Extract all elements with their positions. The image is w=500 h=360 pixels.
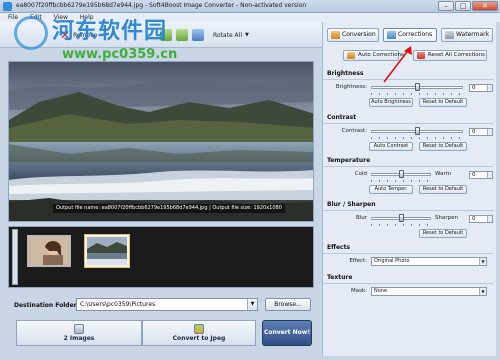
effect-value: Original Photo xyxy=(374,258,410,264)
effect-select[interactable]: Original Photo ▼ xyxy=(371,257,487,266)
effect-label: Effect: xyxy=(349,258,367,264)
thumbnail-strip xyxy=(8,226,314,288)
blur-sharpen-header: Blur / Sharpen xyxy=(327,201,376,208)
chevron-down-icon: ▼ xyxy=(479,258,486,265)
blur-reset-button[interactable]: Reset to Default xyxy=(419,229,467,238)
divider xyxy=(323,210,493,211)
panel-tabs: Conversion Corrections Watermark xyxy=(327,28,493,42)
thumbnail-landscape-photo xyxy=(87,237,127,265)
step-images[interactable]: 2 Images xyxy=(16,320,142,346)
minimize-button[interactable]: – xyxy=(438,1,454,11)
auto-temperature-button[interactable]: Auto Temper. xyxy=(369,185,413,194)
destination-label: Destination Folder: xyxy=(14,302,80,309)
blur-ticks xyxy=(371,224,431,226)
mask-value: None xyxy=(374,288,388,294)
chevron-down-icon[interactable]: ▼ xyxy=(247,299,257,310)
blur-label: Blur xyxy=(355,215,367,221)
strip-handle[interactable] xyxy=(12,229,18,285)
window-controls: – □ ✕ xyxy=(437,1,498,12)
thumbnail-1[interactable] xyxy=(27,235,71,267)
mask-label: Mask: xyxy=(350,288,367,294)
temperature-reset-button[interactable]: Reset to Default xyxy=(419,185,467,194)
watermark-text: 河东软件园 xyxy=(52,19,168,44)
thumbnail-portrait-photo xyxy=(29,237,69,265)
flip-icon xyxy=(192,29,204,41)
tab-conversion[interactable]: Conversion xyxy=(327,28,379,42)
thumbnail-2[interactable] xyxy=(84,234,130,268)
contrast-ticks xyxy=(371,137,463,139)
sharpen-label: Sharpen xyxy=(435,215,458,221)
contrast-label: Contrast: xyxy=(341,128,367,134)
close-button[interactable]: ✕ xyxy=(472,1,498,11)
jpeg-icon xyxy=(194,324,204,334)
tab-conversion-label: Conversion xyxy=(342,31,376,38)
reset-all-corrections-button[interactable]: Reset All Corrections xyxy=(413,50,487,61)
brightness-label: Brightness: xyxy=(335,84,367,90)
menu-file[interactable]: File xyxy=(8,13,18,22)
mask-select[interactable]: None ▼ xyxy=(371,287,487,296)
destination-path: C:\Users\pc0359\Pictures xyxy=(80,301,156,308)
contrast-reset-button[interactable]: Reset to Default xyxy=(419,142,467,151)
tab-watermark[interactable]: Watermark xyxy=(441,28,493,42)
divider xyxy=(323,253,493,254)
step-format-label: Convert to Jpeg xyxy=(172,335,226,342)
texture-header: Texture xyxy=(327,274,353,281)
image-preview: Output file name: ea8007f20ffbcbb6279e19… xyxy=(8,61,314,222)
corrections-icon xyxy=(387,31,396,39)
temperature-slider[interactable] xyxy=(398,170,404,178)
chevron-down-icon: ▼ xyxy=(479,288,486,295)
landscape-photo xyxy=(9,62,313,221)
rotate-right-button[interactable] xyxy=(176,27,191,43)
step-images-label: 2 Images xyxy=(63,335,95,342)
conversion-steps: 2 Images Convert to Jpeg xyxy=(16,320,256,346)
temperature-header: Temperature xyxy=(327,157,371,164)
chevron-down-icon: ▼ xyxy=(245,32,249,38)
red-arrow-annotation xyxy=(383,46,412,83)
auto-brightness-button[interactable]: Auto Brightness xyxy=(369,98,413,107)
temperature-value[interactable]: 0 xyxy=(469,171,493,179)
temperature-ticks xyxy=(371,180,431,182)
watermark-logo xyxy=(14,16,48,50)
reset-all-label: Reset All Corrections xyxy=(428,52,485,58)
brightness-slider[interactable] xyxy=(414,83,420,91)
browse-button[interactable]: Browse... xyxy=(265,298,311,311)
watermark-url: www.pc0359.cn xyxy=(62,47,178,62)
rotate-all-dropdown[interactable]: Rotate All ▼ xyxy=(213,27,249,43)
contrast-value[interactable]: 0 xyxy=(469,128,493,136)
divider xyxy=(323,123,493,124)
temperature-warm-label: Warm xyxy=(435,171,451,177)
rotate-all-label: Rotate All xyxy=(213,31,242,39)
divider xyxy=(323,166,493,167)
brightness-ticks xyxy=(371,93,463,95)
brightness-value[interactable]: 0 xyxy=(469,84,493,92)
images-icon xyxy=(74,324,84,334)
flip-button[interactable] xyxy=(192,27,207,43)
brightness-header: Brightness xyxy=(327,70,364,77)
wand-icon xyxy=(347,52,355,59)
app-icon xyxy=(3,2,12,11)
temperature-cold-label: Cold xyxy=(354,171,367,177)
step-format[interactable]: Convert to Jpeg xyxy=(142,320,256,346)
title-bar: ea8007f20ffbcbb6279e195b68d7e944.jpg - S… xyxy=(0,0,500,13)
convert-now-button[interactable]: Convert Now! xyxy=(262,320,312,346)
tab-corrections-label: Corrections xyxy=(398,31,433,38)
destination-folder-input[interactable]: C:\Users\pc0359\Pictures ▼ xyxy=(76,298,258,311)
output-info: Output file name: ea8007f20ffbcbb6279e19… xyxy=(53,204,285,213)
brightness-reset-button[interactable]: Reset to Default xyxy=(419,98,467,107)
tab-watermark-label: Watermark xyxy=(456,31,490,38)
auto-contrast-button[interactable]: Auto Contrast xyxy=(369,142,413,151)
blur-value[interactable]: 0 xyxy=(469,215,493,223)
watermark-icon xyxy=(445,31,454,39)
window-title: ea8007f20ffbcbb6279e195b68d7e944.jpg - S… xyxy=(16,2,307,9)
contrast-header: Contrast xyxy=(327,114,357,121)
maximize-button[interactable]: □ xyxy=(455,1,471,11)
blur-slider[interactable] xyxy=(398,214,404,222)
divider xyxy=(323,283,493,284)
contrast-slider[interactable] xyxy=(414,127,420,135)
effects-header: Effects xyxy=(327,244,351,251)
tab-corrections[interactable]: Corrections xyxy=(383,28,437,42)
rotate-right-icon xyxy=(176,29,188,41)
conversion-icon xyxy=(331,31,340,39)
